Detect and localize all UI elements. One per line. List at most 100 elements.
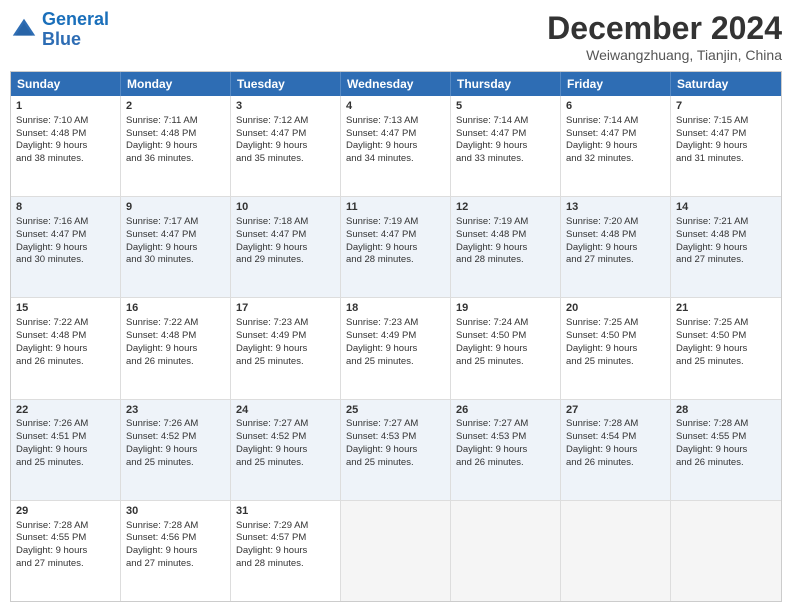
header-day-thursday: Thursday bbox=[451, 72, 561, 96]
day-cell-16: 16Sunrise: 7:22 AMSunset: 4:48 PMDayligh… bbox=[121, 298, 231, 398]
day-cell-1: 1Sunrise: 7:10 AMSunset: 4:48 PMDaylight… bbox=[11, 96, 121, 196]
day-cell-5: 5Sunrise: 7:14 AMSunset: 4:47 PMDaylight… bbox=[451, 96, 561, 196]
day-info-line: Sunset: 4:48 PM bbox=[126, 128, 225, 141]
day-cell-15: 15Sunrise: 7:22 AMSunset: 4:48 PMDayligh… bbox=[11, 298, 121, 398]
day-info-line: and 26 minutes. bbox=[126, 356, 225, 369]
day-number-18: 18 bbox=[346, 301, 445, 316]
subtitle: Weiwangzhuang, Tianjin, China bbox=[547, 47, 782, 63]
day-info-line: Daylight: 9 hours bbox=[346, 140, 445, 153]
day-info-line: Sunrise: 7:23 AM bbox=[346, 317, 445, 330]
logo-line2: Blue bbox=[42, 29, 81, 49]
header-day-saturday: Saturday bbox=[671, 72, 781, 96]
day-info-line: Sunrise: 7:16 AM bbox=[16, 216, 115, 229]
day-info-line: Daylight: 9 hours bbox=[346, 242, 445, 255]
day-number-12: 12 bbox=[456, 200, 555, 215]
day-number-16: 16 bbox=[126, 301, 225, 316]
day-info-line: Daylight: 9 hours bbox=[236, 444, 335, 457]
day-info-line: Sunrise: 7:14 AM bbox=[566, 115, 665, 128]
day-info-line: Sunrise: 7:27 AM bbox=[236, 418, 335, 431]
day-info-line: Daylight: 9 hours bbox=[456, 343, 555, 356]
day-info-line: Sunset: 4:47 PM bbox=[16, 229, 115, 242]
day-cell-3: 3Sunrise: 7:12 AMSunset: 4:47 PMDaylight… bbox=[231, 96, 341, 196]
day-number-25: 25 bbox=[346, 403, 445, 418]
day-info-line: Daylight: 9 hours bbox=[676, 343, 776, 356]
day-info-line: Sunrise: 7:26 AM bbox=[126, 418, 225, 431]
day-info-line: Daylight: 9 hours bbox=[16, 444, 115, 457]
day-info-line: Sunrise: 7:28 AM bbox=[16, 520, 115, 533]
title-block: December 2024 Weiwangzhuang, Tianjin, Ch… bbox=[547, 10, 782, 63]
day-info-line: Sunset: 4:48 PM bbox=[566, 229, 665, 242]
header-day-friday: Friday bbox=[561, 72, 671, 96]
day-info-line: Daylight: 9 hours bbox=[126, 242, 225, 255]
empty-cell bbox=[561, 501, 671, 601]
day-info-line: Sunrise: 7:12 AM bbox=[236, 115, 335, 128]
empty-cell bbox=[671, 501, 781, 601]
day-info-line: Daylight: 9 hours bbox=[16, 242, 115, 255]
day-info-line: Daylight: 9 hours bbox=[676, 140, 776, 153]
day-info-line: Sunset: 4:48 PM bbox=[16, 128, 115, 141]
calendar-row-3: 22Sunrise: 7:26 AMSunset: 4:51 PMDayligh… bbox=[11, 400, 781, 501]
day-info-line: Daylight: 9 hours bbox=[126, 343, 225, 356]
day-cell-8: 8Sunrise: 7:16 AMSunset: 4:47 PMDaylight… bbox=[11, 197, 121, 297]
day-info-line: and 30 minutes. bbox=[16, 254, 115, 267]
day-info-line: and 36 minutes. bbox=[126, 153, 225, 166]
day-info-line: Sunrise: 7:29 AM bbox=[236, 520, 335, 533]
day-info-line: Daylight: 9 hours bbox=[126, 444, 225, 457]
day-cell-25: 25Sunrise: 7:27 AMSunset: 4:53 PMDayligh… bbox=[341, 400, 451, 500]
day-info-line: Sunrise: 7:19 AM bbox=[346, 216, 445, 229]
day-info-line: Sunrise: 7:24 AM bbox=[456, 317, 555, 330]
day-info-line: and 34 minutes. bbox=[346, 153, 445, 166]
day-cell-18: 18Sunrise: 7:23 AMSunset: 4:49 PMDayligh… bbox=[341, 298, 451, 398]
day-info-line: Daylight: 9 hours bbox=[236, 140, 335, 153]
day-number-7: 7 bbox=[676, 99, 776, 114]
day-info-line: Sunrise: 7:13 AM bbox=[346, 115, 445, 128]
day-cell-21: 21Sunrise: 7:25 AMSunset: 4:50 PMDayligh… bbox=[671, 298, 781, 398]
day-info-line: Sunset: 4:47 PM bbox=[346, 229, 445, 242]
day-info-line: and 29 minutes. bbox=[236, 254, 335, 267]
day-info-line: Sunset: 4:50 PM bbox=[456, 330, 555, 343]
day-info-line: and 27 minutes. bbox=[566, 254, 665, 267]
day-number-23: 23 bbox=[126, 403, 225, 418]
day-info-line: Sunset: 4:52 PM bbox=[126, 431, 225, 444]
day-info-line: and 28 minutes. bbox=[236, 558, 335, 571]
day-info-line: Sunrise: 7:22 AM bbox=[126, 317, 225, 330]
day-cell-13: 13Sunrise: 7:20 AMSunset: 4:48 PMDayligh… bbox=[561, 197, 671, 297]
day-info-line: Daylight: 9 hours bbox=[236, 545, 335, 558]
day-cell-30: 30Sunrise: 7:28 AMSunset: 4:56 PMDayligh… bbox=[121, 501, 231, 601]
logo-icon bbox=[10, 16, 38, 44]
day-number-3: 3 bbox=[236, 99, 335, 114]
day-info-line: Sunrise: 7:10 AM bbox=[16, 115, 115, 128]
day-number-28: 28 bbox=[676, 403, 776, 418]
day-info-line: Sunset: 4:53 PM bbox=[456, 431, 555, 444]
day-info-line: Daylight: 9 hours bbox=[126, 545, 225, 558]
day-info-line: and 25 minutes. bbox=[566, 356, 665, 369]
header-day-monday: Monday bbox=[121, 72, 231, 96]
day-info-line: and 25 minutes. bbox=[456, 356, 555, 369]
day-info-line: Sunrise: 7:27 AM bbox=[346, 418, 445, 431]
day-cell-20: 20Sunrise: 7:25 AMSunset: 4:50 PMDayligh… bbox=[561, 298, 671, 398]
day-info-line: Sunset: 4:51 PM bbox=[16, 431, 115, 444]
day-info-line: Sunrise: 7:15 AM bbox=[676, 115, 776, 128]
day-info-line: Daylight: 9 hours bbox=[16, 140, 115, 153]
day-info-line: Sunrise: 7:19 AM bbox=[456, 216, 555, 229]
day-info-line: Sunset: 4:47 PM bbox=[236, 229, 335, 242]
day-info-line: Sunrise: 7:23 AM bbox=[236, 317, 335, 330]
day-cell-12: 12Sunrise: 7:19 AMSunset: 4:48 PMDayligh… bbox=[451, 197, 561, 297]
day-info-line: Daylight: 9 hours bbox=[236, 343, 335, 356]
day-info-line: and 35 minutes. bbox=[236, 153, 335, 166]
day-number-14: 14 bbox=[676, 200, 776, 215]
day-number-2: 2 bbox=[126, 99, 225, 114]
day-info-line: and 27 minutes. bbox=[126, 558, 225, 571]
empty-cell bbox=[451, 501, 561, 601]
day-info-line: Sunset: 4:54 PM bbox=[566, 431, 665, 444]
logo-text: General Blue bbox=[42, 10, 109, 50]
day-cell-26: 26Sunrise: 7:27 AMSunset: 4:53 PMDayligh… bbox=[451, 400, 561, 500]
day-number-10: 10 bbox=[236, 200, 335, 215]
day-number-24: 24 bbox=[236, 403, 335, 418]
day-number-17: 17 bbox=[236, 301, 335, 316]
day-info-line: and 38 minutes. bbox=[16, 153, 115, 166]
day-info-line: and 26 minutes. bbox=[676, 457, 776, 470]
header-day-tuesday: Tuesday bbox=[231, 72, 341, 96]
day-info-line: Sunset: 4:55 PM bbox=[676, 431, 776, 444]
day-info-line: and 26 minutes. bbox=[566, 457, 665, 470]
